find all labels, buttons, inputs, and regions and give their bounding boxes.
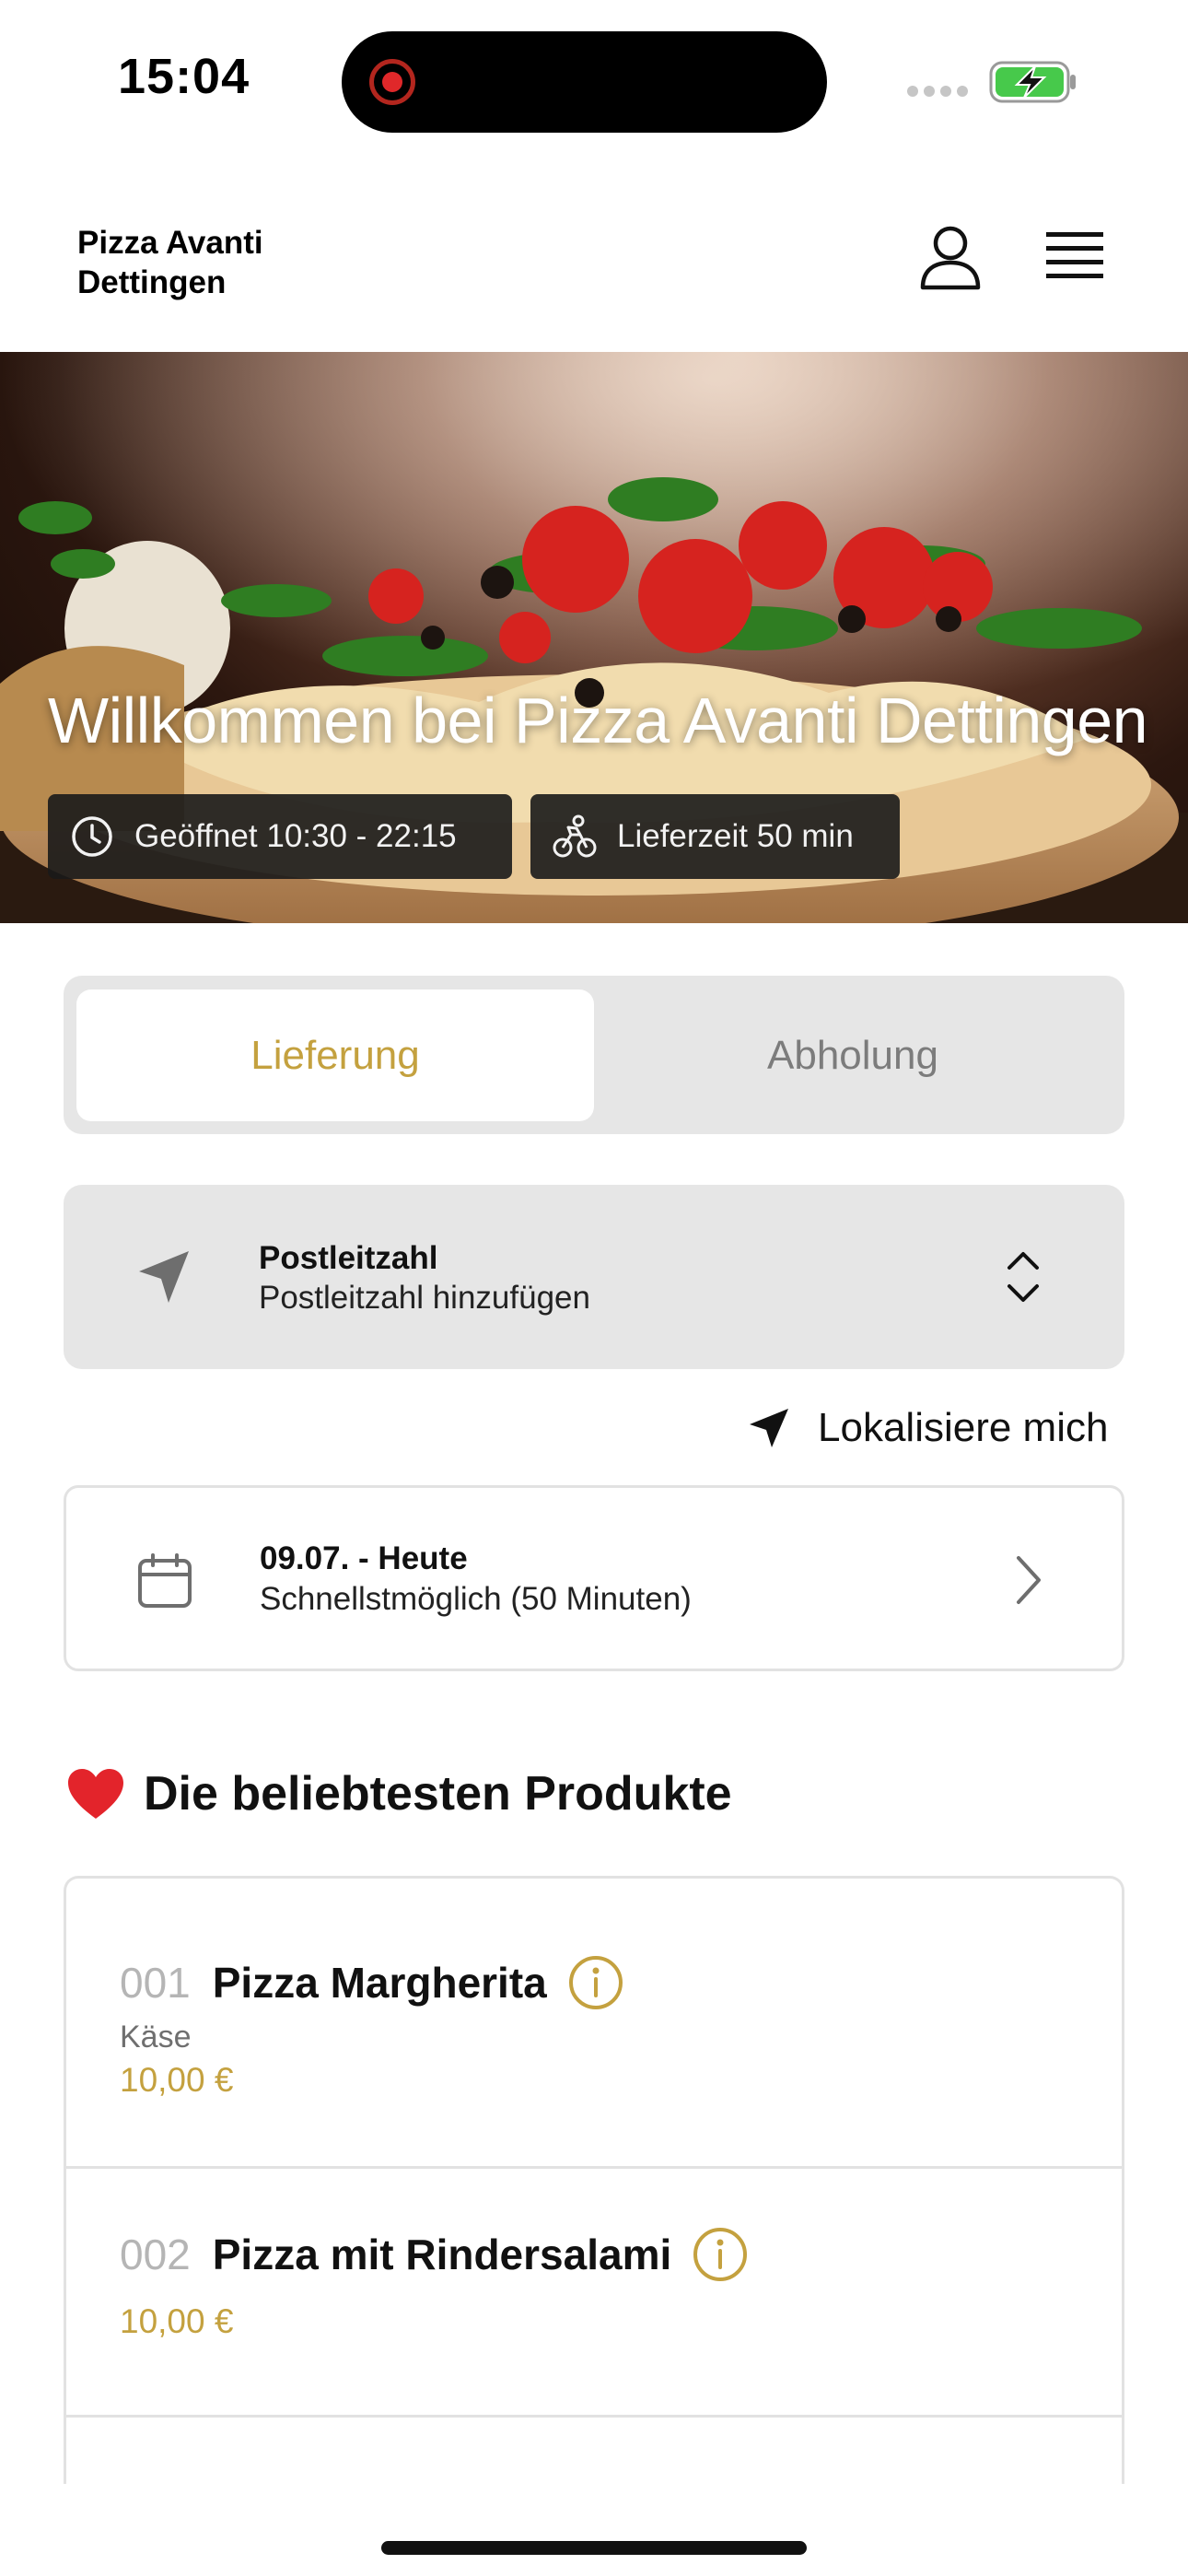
- locate-me-label: Lokalisiere mich: [818, 1405, 1109, 1450]
- tab-delivery[interactable]: Lieferung: [76, 989, 594, 1121]
- delivery-time-selector[interactable]: 09.07. - Heute Schnellstmöglich (50 Minu…: [64, 1485, 1124, 1671]
- product-item[interactable]: 001 Pizza Margherita Käse 10,00 €: [66, 1879, 1122, 2169]
- opening-hours-badge: Geöffnet 10:30 - 22:15: [48, 794, 512, 879]
- chevron-right-icon: [1017, 1556, 1041, 1604]
- status-time: 15:04: [118, 49, 250, 104]
- hamburger-menu-icon[interactable]: [1039, 223, 1109, 293]
- opening-hours-text: Geöffnet 10:30 - 22:15: [134, 818, 457, 854]
- popular-heading-text: Die beliebtesten Produkte: [144, 1767, 732, 1821]
- product-name: Pizza mit Rindersalami: [212, 2231, 672, 2278]
- delivery-time-badge: Lieferzeit 50 min: [530, 794, 900, 879]
- popular-products-heading: Die beliebtesten Produkte: [66, 1766, 732, 1821]
- info-icon[interactable]: [692, 2226, 749, 2283]
- bicycle-courier-icon: [553, 814, 597, 858]
- restaurant-name[interactable]: Pizza Avanti Dettingen: [77, 223, 372, 302]
- postcode-label: Postleitzahl: [259, 1240, 438, 1276]
- welcome-title: Willkommen bei Pizza Avanti Dettingen: [48, 685, 1148, 756]
- clock-icon: [72, 816, 112, 857]
- product-item[interactable]: 002 Pizza mit Rindersalami 10,00 €: [66, 2169, 1122, 2418]
- postcode-selector[interactable]: Postleitzahl Postleitzahl hinzufügen: [64, 1185, 1124, 1369]
- signal-icon: [907, 86, 968, 97]
- locate-me-button[interactable]: Lokalisiere mich: [748, 1402, 1108, 1454]
- product-name: Pizza Margherita: [212, 1959, 547, 2007]
- status-bar: 15:04: [0, 0, 1188, 157]
- hero-banner: Willkommen bei Pizza Avanti Dettingen Ge…: [0, 352, 1188, 923]
- app-header: Pizza Avanti Dettingen: [0, 157, 1188, 352]
- chevron-up-down-icon: [1007, 1252, 1039, 1302]
- dynamic-island: [342, 31, 827, 133]
- product-number: 002: [120, 2231, 191, 2278]
- order-mode-toggle: Lieferung Abholung: [64, 976, 1124, 1134]
- navigation-arrow-icon: [750, 1409, 788, 1447]
- location-arrow-icon: [139, 1251, 189, 1303]
- delivery-time-text: Lieferzeit 50 min: [617, 818, 854, 854]
- tab-pickup[interactable]: Abholung: [594, 989, 1112, 1121]
- product-list: 001 Pizza Margherita Käse 10,00 € 002 Pi…: [64, 1876, 1124, 2484]
- calendar-icon: [138, 1553, 192, 1608]
- recording-icon: [369, 59, 415, 105]
- product-description: Käse: [120, 2020, 192, 2055]
- home-indicator[interactable]: [381, 2541, 807, 2555]
- postcode-input[interactable]: Postleitzahl hinzufügen: [259, 1280, 590, 1317]
- product-number: 001: [120, 1959, 191, 2007]
- selected-time: Schnellstmöglich (50 Minuten): [260, 1581, 692, 1617]
- heart-icon: [68, 1769, 123, 1819]
- info-icon[interactable]: [567, 1954, 624, 2011]
- product-price: 10,00 €: [120, 2302, 234, 2340]
- battery-charging-icon: [989, 61, 1076, 103]
- selected-date: 09.07. - Heute: [260, 1540, 468, 1576]
- product-price: 10,00 €: [120, 2061, 234, 2099]
- user-account-icon[interactable]: [914, 221, 987, 295]
